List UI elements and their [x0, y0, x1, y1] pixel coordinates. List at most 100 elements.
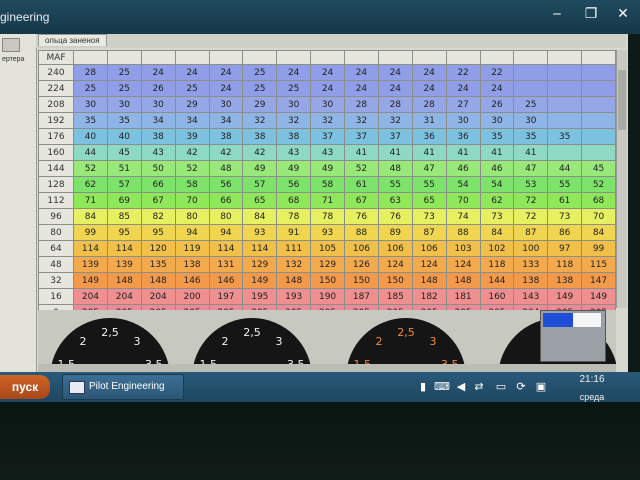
table-cell[interactable]: 47	[513, 160, 549, 177]
table-cell[interactable]: 38	[208, 128, 244, 145]
table-cell[interactable]: 58	[310, 176, 345, 193]
table-cell[interactable]: 73	[547, 208, 583, 225]
table-cell[interactable]	[581, 144, 616, 161]
table-cell[interactable]: 30	[276, 96, 312, 113]
table-cell[interactable]: 22	[445, 64, 481, 81]
table-cell[interactable]: 30	[106, 96, 142, 113]
table-cell[interactable]: 143	[513, 288, 549, 305]
table-cell[interactable]: 120	[140, 240, 176, 257]
table-cell[interactable]: 29	[242, 96, 278, 113]
table-cell[interactable]: 148	[445, 272, 481, 289]
table-cell[interactable]: 53	[513, 176, 549, 193]
table-cell[interactable]: 148	[106, 272, 142, 289]
table-cell[interactable]: 28	[73, 64, 108, 81]
table-cell[interactable]: 24	[310, 64, 345, 81]
table-cell[interactable]: 24	[174, 64, 210, 81]
table-cell[interactable]: 72	[513, 192, 549, 209]
table-cell[interactable]	[513, 80, 549, 97]
table-cell[interactable]: 58	[174, 176, 210, 193]
table-cell[interactable]: 195	[242, 288, 278, 305]
table-cell[interactable]: 97	[547, 240, 583, 257]
table-cell[interactable]: 35	[479, 128, 515, 145]
table-cell[interactable]: 103	[445, 240, 481, 257]
table-cell[interactable]: 42	[242, 144, 278, 161]
table-cell[interactable]: 115	[581, 256, 616, 273]
table-cell[interactable]: 30	[445, 112, 481, 129]
table-cell[interactable]: 150	[344, 272, 379, 289]
table-cell[interactable]: 55	[411, 176, 447, 193]
table-cell[interactable]: 34	[174, 112, 210, 129]
table-cell[interactable]: 160	[479, 288, 515, 305]
table-cell[interactable]: 138	[174, 256, 210, 273]
table-cell[interactable]: 49	[242, 160, 278, 177]
table-cell[interactable]: 197	[208, 288, 244, 305]
table-cell[interactable]: 124	[411, 256, 447, 273]
table-cell[interactable]: 114	[73, 240, 108, 257]
table-cell[interactable]: 68	[276, 192, 312, 209]
table-cell[interactable]: 106	[344, 240, 379, 257]
table-cell[interactable]	[547, 64, 583, 81]
table-cell[interactable]: 30	[208, 96, 244, 113]
table-cell[interactable]: 135	[140, 256, 176, 273]
table-cell[interactable]: 132	[276, 256, 312, 273]
table-cell[interactable]: 150	[310, 272, 345, 289]
table-cell[interactable]: 62	[73, 176, 108, 193]
table-cell[interactable]: 89	[377, 224, 413, 241]
table-cell[interactable]: 52	[174, 160, 210, 177]
keyboard-icon[interactable]: ⌨	[434, 380, 450, 394]
table-cell[interactable]: 133	[513, 256, 549, 273]
table-cell[interactable]: 42	[208, 144, 244, 161]
table-cell[interactable]: 86	[547, 224, 583, 241]
minimize-button[interactable]: ‒	[546, 4, 568, 24]
table-cell[interactable]: 190	[310, 288, 345, 305]
table-cell[interactable]: 82	[140, 208, 176, 225]
table-cell[interactable]: 84	[581, 224, 616, 241]
table-cell[interactable]: 24	[445, 80, 481, 97]
taskbar-item-pilot-engineering[interactable]: Pilot Engineering	[62, 374, 184, 400]
table-cell[interactable]: 147	[581, 272, 616, 289]
table-cell[interactable]: 119	[174, 240, 210, 257]
table-cell[interactable]: 24	[276, 64, 312, 81]
table-cell[interactable]: 52	[73, 160, 108, 177]
table-cell[interactable]: 149	[73, 272, 108, 289]
table-cell[interactable]: 40	[106, 128, 142, 145]
table-cell[interactable]: 70	[174, 192, 210, 209]
table-cell[interactable]: 102	[479, 240, 515, 257]
table-cell[interactable]: 37	[377, 128, 413, 145]
table-cell[interactable]: 71	[310, 192, 345, 209]
table-cell[interactable]: 24	[411, 64, 447, 81]
table-cell[interactable]: 25	[106, 80, 142, 97]
table-cell[interactable]: 31	[411, 112, 447, 129]
table-cell[interactable]: 32	[242, 112, 278, 129]
volume-icon[interactable]: ◀	[454, 380, 468, 394]
table-cell[interactable]: 26	[140, 80, 176, 97]
table-cell[interactable]: 38	[140, 128, 176, 145]
table-cell[interactable]: 57	[106, 176, 142, 193]
table-cell[interactable]: 25	[276, 80, 312, 97]
table-cell[interactable]: 45	[106, 144, 142, 161]
table-cell[interactable]: 24	[377, 80, 413, 97]
table-cell[interactable]: 41	[513, 144, 549, 161]
table-cell[interactable]: 30	[310, 96, 345, 113]
table-cell[interactable]	[581, 80, 616, 97]
table-cell[interactable]: 32	[276, 112, 312, 129]
table-cell[interactable]: 94	[208, 224, 244, 241]
table-cell[interactable]: 185	[377, 288, 413, 305]
table-cell[interactable]: 49	[276, 160, 312, 177]
table-cell[interactable]: 72	[513, 208, 549, 225]
table-cell[interactable]: 187	[344, 288, 379, 305]
table-cell[interactable]: 29	[174, 96, 210, 113]
table-cell[interactable]: 45	[581, 160, 616, 177]
table-cell[interactable]: 88	[344, 224, 379, 241]
table-cell[interactable]: 30	[513, 112, 549, 129]
table-cell[interactable]	[581, 112, 616, 129]
table-cell[interactable]: 68	[581, 192, 616, 209]
table-cell[interactable]: 28	[344, 96, 379, 113]
table-cell[interactable]: 61	[547, 192, 583, 209]
table-cell[interactable]: 124	[377, 256, 413, 273]
table-cell[interactable]: 56	[276, 176, 312, 193]
table-cell[interactable]: 111	[276, 240, 312, 257]
preview-widget[interactable]	[540, 310, 606, 362]
panel-toolbar-button[interactable]	[2, 38, 20, 52]
table-cell[interactable]: 41	[377, 144, 413, 161]
